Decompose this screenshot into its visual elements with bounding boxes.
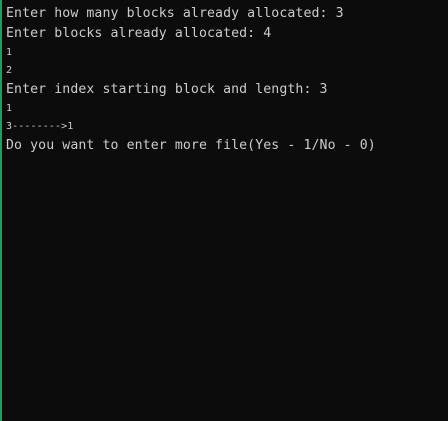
console-line: 1 (6, 103, 13, 114)
console-output-area[interactable]: Enter how many blocks already allocated:… (2, 0, 448, 421)
console-line: Enter how many blocks already allocated:… (6, 6, 344, 21)
console-line: 1 (6, 47, 13, 58)
console-line: 3-------->1 (6, 121, 74, 132)
console-lines: Enter how many blocks already allocated:… (6, 4, 448, 156)
console-line: Do you want to enter more file(Yes - 1/N… (6, 138, 376, 153)
console-line: Enter index starting block and length: 3 (6, 82, 328, 97)
console-line: 2 (6, 65, 13, 76)
console-line: Enter blocks already allocated: 4 (6, 26, 272, 41)
